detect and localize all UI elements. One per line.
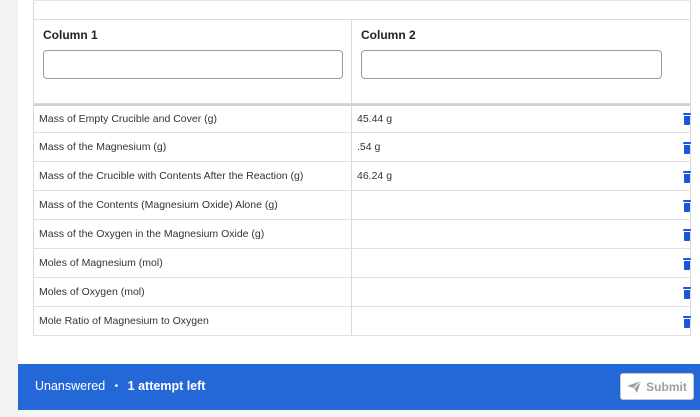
status-text: Unanswered <box>35 379 106 393</box>
row-value-cell[interactable]: 46.24 g <box>352 162 690 190</box>
separator-dot: • <box>114 381 119 393</box>
row-value-cell[interactable] <box>352 220 690 248</box>
row-label-cell[interactable]: Moles of Magnesium (mol) <box>34 249 352 277</box>
answer-status-bar: Unanswered • 1 attempt left Submit <box>18 364 700 410</box>
table-row: Mass of the Crucible with Contents After… <box>34 162 690 191</box>
bottom-gutter <box>18 410 700 417</box>
table-row: Mass of the Oxygen in the Magnesium Oxid… <box>34 220 690 249</box>
table-body: Mass of Empty Crucible and Cover (g) 45.… <box>33 104 691 336</box>
trash-icon[interactable] <box>682 287 692 300</box>
column-1-label: Column 1 <box>43 28 98 42</box>
trash-icon[interactable] <box>682 258 692 271</box>
submit-label: Submit <box>646 379 687 394</box>
table-row: Moles of Magnesium (mol) <box>34 249 690 278</box>
row-value-cell[interactable] <box>352 191 690 219</box>
column-1-input[interactable] <box>43 50 343 79</box>
column-2-header: Column 2 <box>352 20 691 104</box>
column-1-header: Column 1 <box>34 20 352 104</box>
column-2-input[interactable] <box>361 50 662 79</box>
trash-icon[interactable] <box>682 142 692 155</box>
row-value-cell[interactable] <box>352 249 690 277</box>
column-2-label: Column 2 <box>361 28 416 42</box>
trash-icon[interactable] <box>682 171 692 184</box>
trash-icon[interactable] <box>682 316 692 329</box>
question-card: Column 1 Column 2 Mass of Empty Crucible… <box>18 0 700 417</box>
row-label-cell[interactable]: Mole Ratio of Magnesium to Oxygen <box>34 307 352 335</box>
table-row: Mole Ratio of Magnesium to Oxygen <box>34 307 690 336</box>
table-row: Mass of the Magnesium (g) .54 g <box>34 133 690 162</box>
row-value-cell[interactable]: .54 g <box>352 133 690 161</box>
row-value-cell[interactable] <box>352 278 690 306</box>
answer-status: Unanswered • 1 attempt left <box>35 379 205 393</box>
left-gutter <box>0 0 18 417</box>
attempts-left: 1 attempt left <box>127 379 206 393</box>
trash-icon[interactable] <box>682 113 692 126</box>
table-row: Mass of Empty Crucible and Cover (g) 45.… <box>34 104 690 133</box>
row-value-cell[interactable] <box>352 307 690 335</box>
row-label-cell[interactable]: Mass of the Oxygen in the Magnesium Oxid… <box>34 220 352 248</box>
paper-plane-icon <box>627 380 642 393</box>
table-header: Column 1 Column 2 <box>33 0 691 104</box>
row-label-cell[interactable]: Mass of the Magnesium (g) <box>34 133 352 161</box>
table-row: Moles of Oxygen (mol) <box>34 278 690 307</box>
row-label-cell[interactable]: Mass of the Contents (Magnesium Oxide) A… <box>34 191 352 219</box>
table-row: Mass of the Contents (Magnesium Oxide) A… <box>34 191 690 220</box>
row-label-cell[interactable]: Mass of the Crucible with Contents After… <box>34 162 352 190</box>
row-label-cell[interactable]: Mass of Empty Crucible and Cover (g) <box>34 106 352 132</box>
row-label-cell[interactable]: Moles of Oxygen (mol) <box>34 278 352 306</box>
trash-icon[interactable] <box>682 229 692 242</box>
row-value-cell[interactable]: 45.44 g <box>352 106 690 132</box>
submit-button[interactable]: Submit <box>620 373 694 400</box>
trash-icon[interactable] <box>682 200 692 213</box>
data-table: Column 1 Column 2 Mass of Empty Crucible… <box>33 0 691 336</box>
